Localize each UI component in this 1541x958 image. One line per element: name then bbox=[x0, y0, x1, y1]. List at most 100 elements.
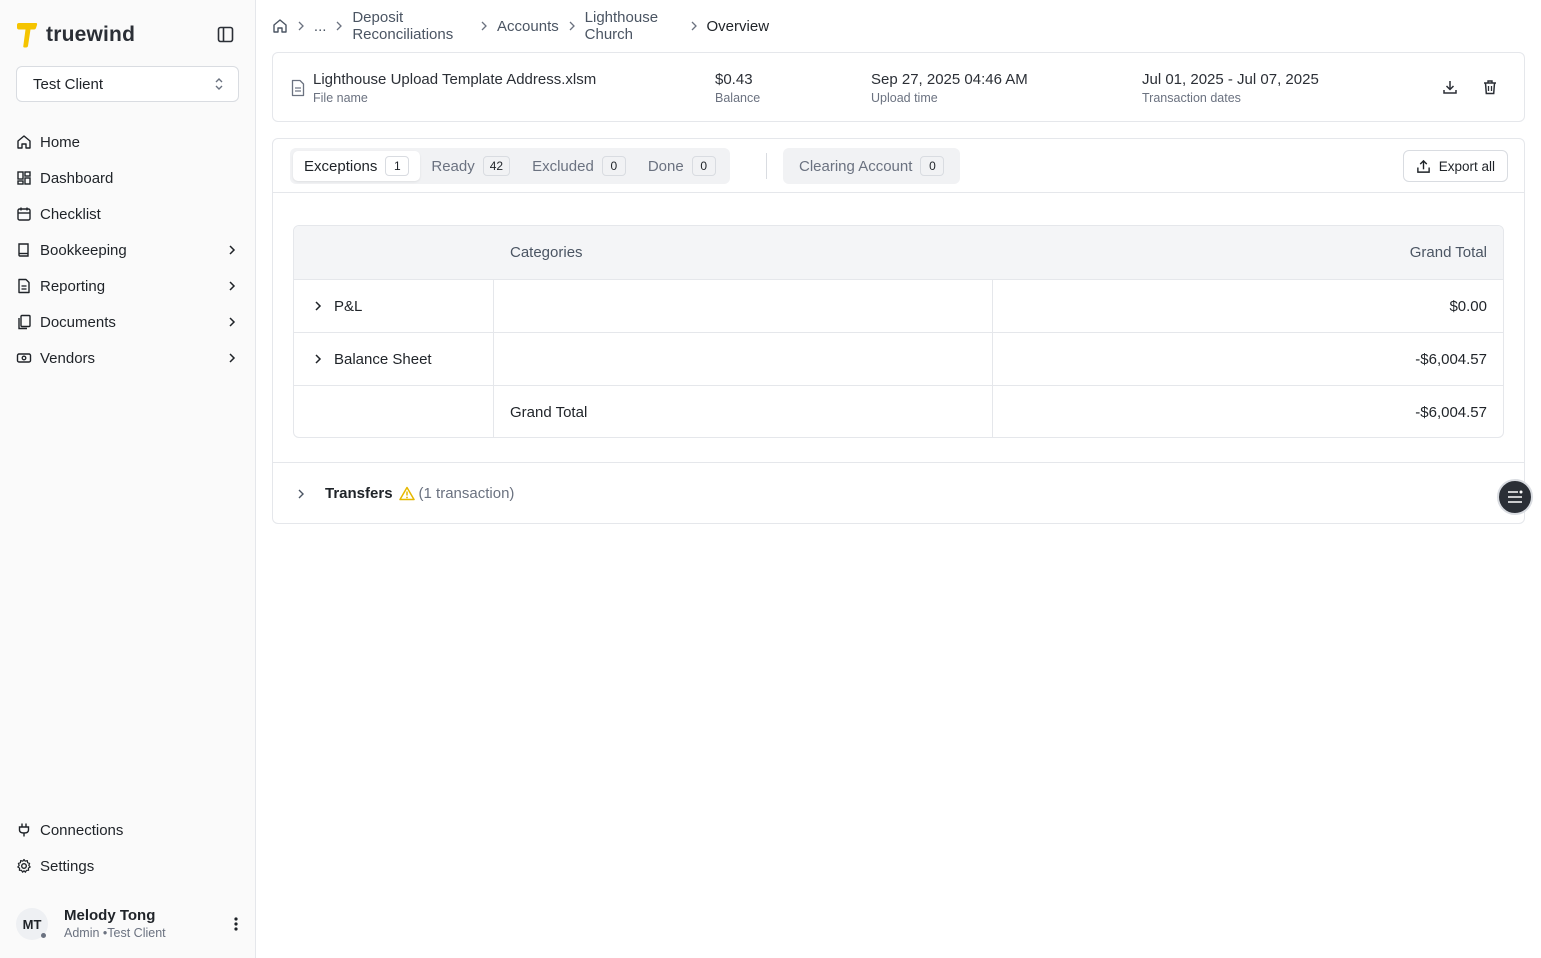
nav-item-label: Vendors bbox=[40, 349, 96, 367]
tab-excluded[interactable]: Excluded 0 bbox=[521, 151, 637, 181]
calendar-icon bbox=[16, 206, 32, 222]
breadcrumb: ... Deposit Reconciliations Accounts Lig… bbox=[272, 9, 770, 43]
status-dot bbox=[41, 933, 46, 938]
brand[interactable]: truewind bbox=[16, 22, 135, 48]
upload-time-value: Sep 27, 2025 04:46 AM bbox=[871, 71, 1028, 88]
row-total: -$6,004.57 bbox=[1415, 350, 1487, 368]
tab-divider bbox=[766, 153, 767, 179]
chevron-right-icon[interactable] bbox=[310, 351, 326, 367]
avatar: MT bbox=[16, 908, 48, 940]
transfers-title: Transfers bbox=[325, 485, 393, 502]
breadcrumb-accounts[interactable]: Accounts bbox=[497, 18, 559, 35]
count-badge: 42 bbox=[482, 156, 511, 176]
nav-item-label: Connections bbox=[40, 821, 124, 839]
tab-clearing-account[interactable]: Clearing Account 0 bbox=[786, 151, 957, 181]
nav-item-connections[interactable]: Connections bbox=[8, 812, 248, 848]
breadcrumb-current: Overview bbox=[706, 17, 770, 35]
transfers-section[interactable]: Transfers (1 transaction) bbox=[273, 462, 1524, 524]
balance-field: $0.43 Balance bbox=[715, 71, 760, 106]
transfers-count: (1 transaction) bbox=[418, 485, 515, 502]
nav-item-dashboard[interactable]: Dashboard bbox=[8, 160, 248, 196]
file-name-label: File name bbox=[313, 91, 368, 105]
categories-table: Categories Grand Total P&L $0.00 Balance… bbox=[293, 225, 1504, 438]
plug-icon bbox=[16, 822, 32, 838]
home-icon bbox=[16, 134, 32, 150]
upload-time-label: Upload time bbox=[871, 91, 938, 105]
download-icon bbox=[1443, 81, 1457, 94]
vendor-icon bbox=[16, 350, 32, 366]
chevron-right-icon bbox=[288, 20, 314, 32]
table-row[interactable]: P&L $0.00 bbox=[294, 279, 1503, 332]
assistant-button[interactable] bbox=[1497, 479, 1533, 515]
export-all-button[interactable]: Export all bbox=[1402, 150, 1508, 182]
user-info: Melody Tong Admin •Test Client bbox=[64, 907, 228, 941]
chevron-right-icon bbox=[224, 278, 240, 294]
chevron-right-icon bbox=[224, 350, 240, 366]
nav-item-label: Reporting bbox=[40, 277, 106, 295]
kebab-menu-icon bbox=[234, 917, 238, 931]
user-profile[interactable]: MT Melody Tong Admin •Test Client bbox=[16, 904, 244, 944]
tab-label: Done bbox=[647, 157, 684, 175]
transaction-dates-field: Jul 01, 2025 - Jul 07, 2025 Transaction … bbox=[1142, 71, 1319, 106]
download-button[interactable] bbox=[1440, 77, 1460, 97]
chevron-right-icon bbox=[224, 242, 240, 258]
menu-lines-icon bbox=[1508, 490, 1523, 503]
nav-item-label: Home bbox=[40, 133, 81, 151]
header-grand-total: Grand Total bbox=[1409, 244, 1487, 261]
breadcrumb-home[interactable] bbox=[272, 18, 288, 34]
nav-item-settings[interactable]: Settings bbox=[8, 848, 248, 884]
main-nav: Home Dashboard Checklist Bookkeeping Rep… bbox=[8, 124, 248, 376]
table-row[interactable]: Balance Sheet -$6,004.57 bbox=[294, 332, 1503, 385]
chevron-right-icon[interactable] bbox=[310, 298, 326, 314]
header-cell-empty bbox=[294, 226, 494, 279]
nav-item-home[interactable]: Home bbox=[8, 124, 248, 160]
tab-exceptions[interactable]: Exceptions 1 bbox=[293, 151, 421, 181]
footer-total: -$6,004.57 bbox=[1415, 403, 1487, 421]
transaction-dates-label: Transaction dates bbox=[1142, 91, 1241, 105]
table-footer-row: Grand Total -$6,004.57 bbox=[294, 385, 1503, 437]
nav-item-bookkeeping[interactable]: Bookkeeping bbox=[8, 232, 248, 268]
nav-item-label: Settings bbox=[40, 857, 95, 875]
truewind-logo-icon bbox=[16, 22, 38, 48]
upload-icon bbox=[1416, 159, 1431, 174]
tab-label: Ready bbox=[431, 157, 475, 175]
tab-label: Excluded bbox=[532, 157, 594, 175]
file-name: Lighthouse Upload Template Address.xlsm bbox=[313, 71, 597, 88]
nav-item-documents[interactable]: Documents bbox=[8, 304, 248, 340]
tab-ready[interactable]: Ready 42 bbox=[420, 151, 521, 181]
count-badge: 1 bbox=[385, 156, 410, 176]
tab-done[interactable]: Done 0 bbox=[637, 151, 727, 181]
chevron-right-icon bbox=[681, 20, 707, 32]
breadcrumb-lighthouse-church[interactable]: Lighthouse Church bbox=[585, 9, 681, 43]
nav-item-checklist[interactable]: Checklist bbox=[8, 196, 248, 232]
file-icon bbox=[291, 79, 305, 100]
row-name: P&L bbox=[334, 297, 363, 315]
nav-item-label: Bookkeeping bbox=[40, 241, 127, 259]
status-tabs: Exceptions 1 Ready 42 Excluded 0 Done 0 bbox=[290, 148, 730, 184]
brand-name: truewind bbox=[46, 23, 136, 46]
file-summary-card: Lighthouse Upload Template Address.xlsm … bbox=[272, 52, 1525, 122]
row-name: Balance Sheet bbox=[334, 350, 432, 368]
trash-icon bbox=[1484, 80, 1496, 95]
transaction-dates-value: Jul 01, 2025 - Jul 07, 2025 bbox=[1142, 71, 1319, 88]
nav-item-label: Dashboard bbox=[40, 169, 114, 187]
user-name: Melody Tong bbox=[64, 907, 156, 924]
reconciliation-panel: Exceptions 1 Ready 42 Excluded 0 Done 0 bbox=[272, 138, 1525, 524]
file-name-field: Lighthouse Upload Template Address.xlsm … bbox=[313, 71, 596, 106]
nav-item-vendors[interactable]: Vendors bbox=[8, 340, 248, 376]
clearing-tabs: Clearing Account 0 bbox=[783, 148, 961, 184]
breadcrumb-ellipsis[interactable]: ... bbox=[314, 18, 327, 35]
client-select[interactable]: Test Client bbox=[16, 66, 239, 102]
row-total: $0.00 bbox=[1449, 297, 1487, 315]
user-menu-button[interactable] bbox=[228, 912, 244, 936]
dashboard-icon bbox=[16, 170, 32, 186]
count-badge: 0 bbox=[920, 156, 945, 176]
book-icon bbox=[16, 242, 32, 258]
breadcrumb-deposit-reconciliations[interactable]: Deposit Reconciliations bbox=[352, 9, 471, 43]
bottom-nav: Connections Settings bbox=[8, 812, 248, 884]
delete-button[interactable] bbox=[1480, 77, 1500, 97]
chevron-up-down-icon bbox=[215, 78, 223, 90]
nav-item-reporting[interactable]: Reporting bbox=[8, 268, 248, 304]
sidebar-toggle-button[interactable] bbox=[214, 23, 236, 45]
chevron-right-icon bbox=[224, 314, 240, 330]
